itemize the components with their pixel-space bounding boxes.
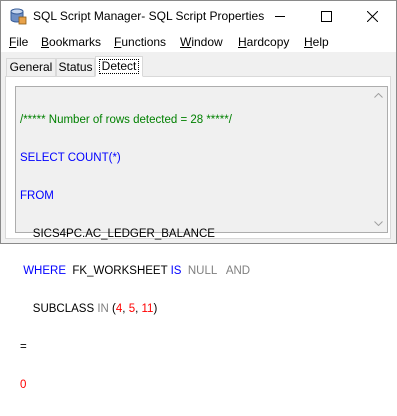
chevron-up-icon [374,93,383,98]
minimize-icon [274,16,285,17]
select-line: SELECT COUNT(*) [20,151,121,164]
menu-hardcopy-mnemonic: H [238,35,247,49]
vertical-scrollbar[interactable] [370,87,387,232]
tab-detect[interactable]: Detect [95,56,143,77]
from-line: FROM [20,189,54,202]
null-keyword: NULL [187,265,217,278]
menu-bookmarks-label: ookmarks [49,35,102,49]
scroll-down-button[interactable] [370,215,387,232]
close-button[interactable] [349,1,395,32]
maximize-button[interactable] [303,1,349,32]
where-column: FK_WORKSHEET [72,265,168,278]
tab-general[interactable]: General [6,58,56,76]
detect-tab-panel: /***** Number of rows detected = 28 ****… [5,76,391,391]
comment-line: /***** Number of rows detected = 28 ****… [20,114,232,127]
window-title: SQL Script Manager- SQL Script Propertie… [33,9,265,23]
menu-bookmarks-mnemonic: B [41,35,50,49]
scroll-up-button[interactable] [370,87,387,104]
and-keyword: AND [225,265,251,278]
where-line: WHERE FK_WORKSHEET IS NULL AND [20,265,250,278]
is-keyword: IS [170,265,182,278]
menu-bar: File Bookmarks Functions Window Hardcopy… [1,32,396,52]
table-name: SICS4PC.AC_LEDGER_BALANCE [32,227,215,240]
chevron-down-icon [374,221,383,226]
menu-window[interactable]: Window [180,35,223,49]
tab-status[interactable]: Status [56,58,95,76]
menu-help[interactable]: Help [304,35,329,49]
menu-hardcopy-label: ardcopy [246,35,290,49]
menu-file-label: ile [16,35,29,49]
tab-strip: General Status Detect [1,52,396,77]
menu-window-label: indow [191,35,223,49]
subclass-column: SUBCLASS [32,303,95,316]
maximize-icon [320,11,332,22]
menu-help-mnemonic: H [304,35,313,49]
database-icon [9,8,27,25]
menu-hardcopy[interactable]: Hardcopy [238,35,289,49]
table-line: SICS4PC.AC_LEDGER_BALANCE [20,228,250,241]
sql-code[interactable]: /***** Number of rows detected = 28 ****… [20,89,250,416]
sql-editor[interactable]: /***** Number of rows detected = 28 ****… [15,86,388,391]
menu-window-mnemonic: W [180,35,192,49]
menu-bookmarks[interactable]: Bookmarks [41,35,101,49]
close-icon [366,11,378,22]
sql-script-properties-window: SQL Script Manager- SQL Script Propertie… [0,0,397,391]
menu-file[interactable]: File [9,35,28,49]
result-line: 0 [20,378,27,391]
menu-functions[interactable]: Functions [114,35,166,49]
in-keyword: IN [97,303,109,316]
minimize-button[interactable] [257,1,303,32]
subclass-line: SUBCLASS IN (4, 5, 11) [20,303,250,316]
in-value-3: 11 [141,303,154,316]
title-bar[interactable]: SQL Script Manager- SQL Script Propertie… [1,1,396,32]
menu-functions-label: unctions [121,35,167,49]
in-close-paren: ) [153,303,158,316]
tab-detect-label: Detect [98,59,140,74]
where-keyword: WHERE [23,265,67,278]
equals-line: = [20,340,27,353]
menu-help-label: elp [312,35,329,49]
